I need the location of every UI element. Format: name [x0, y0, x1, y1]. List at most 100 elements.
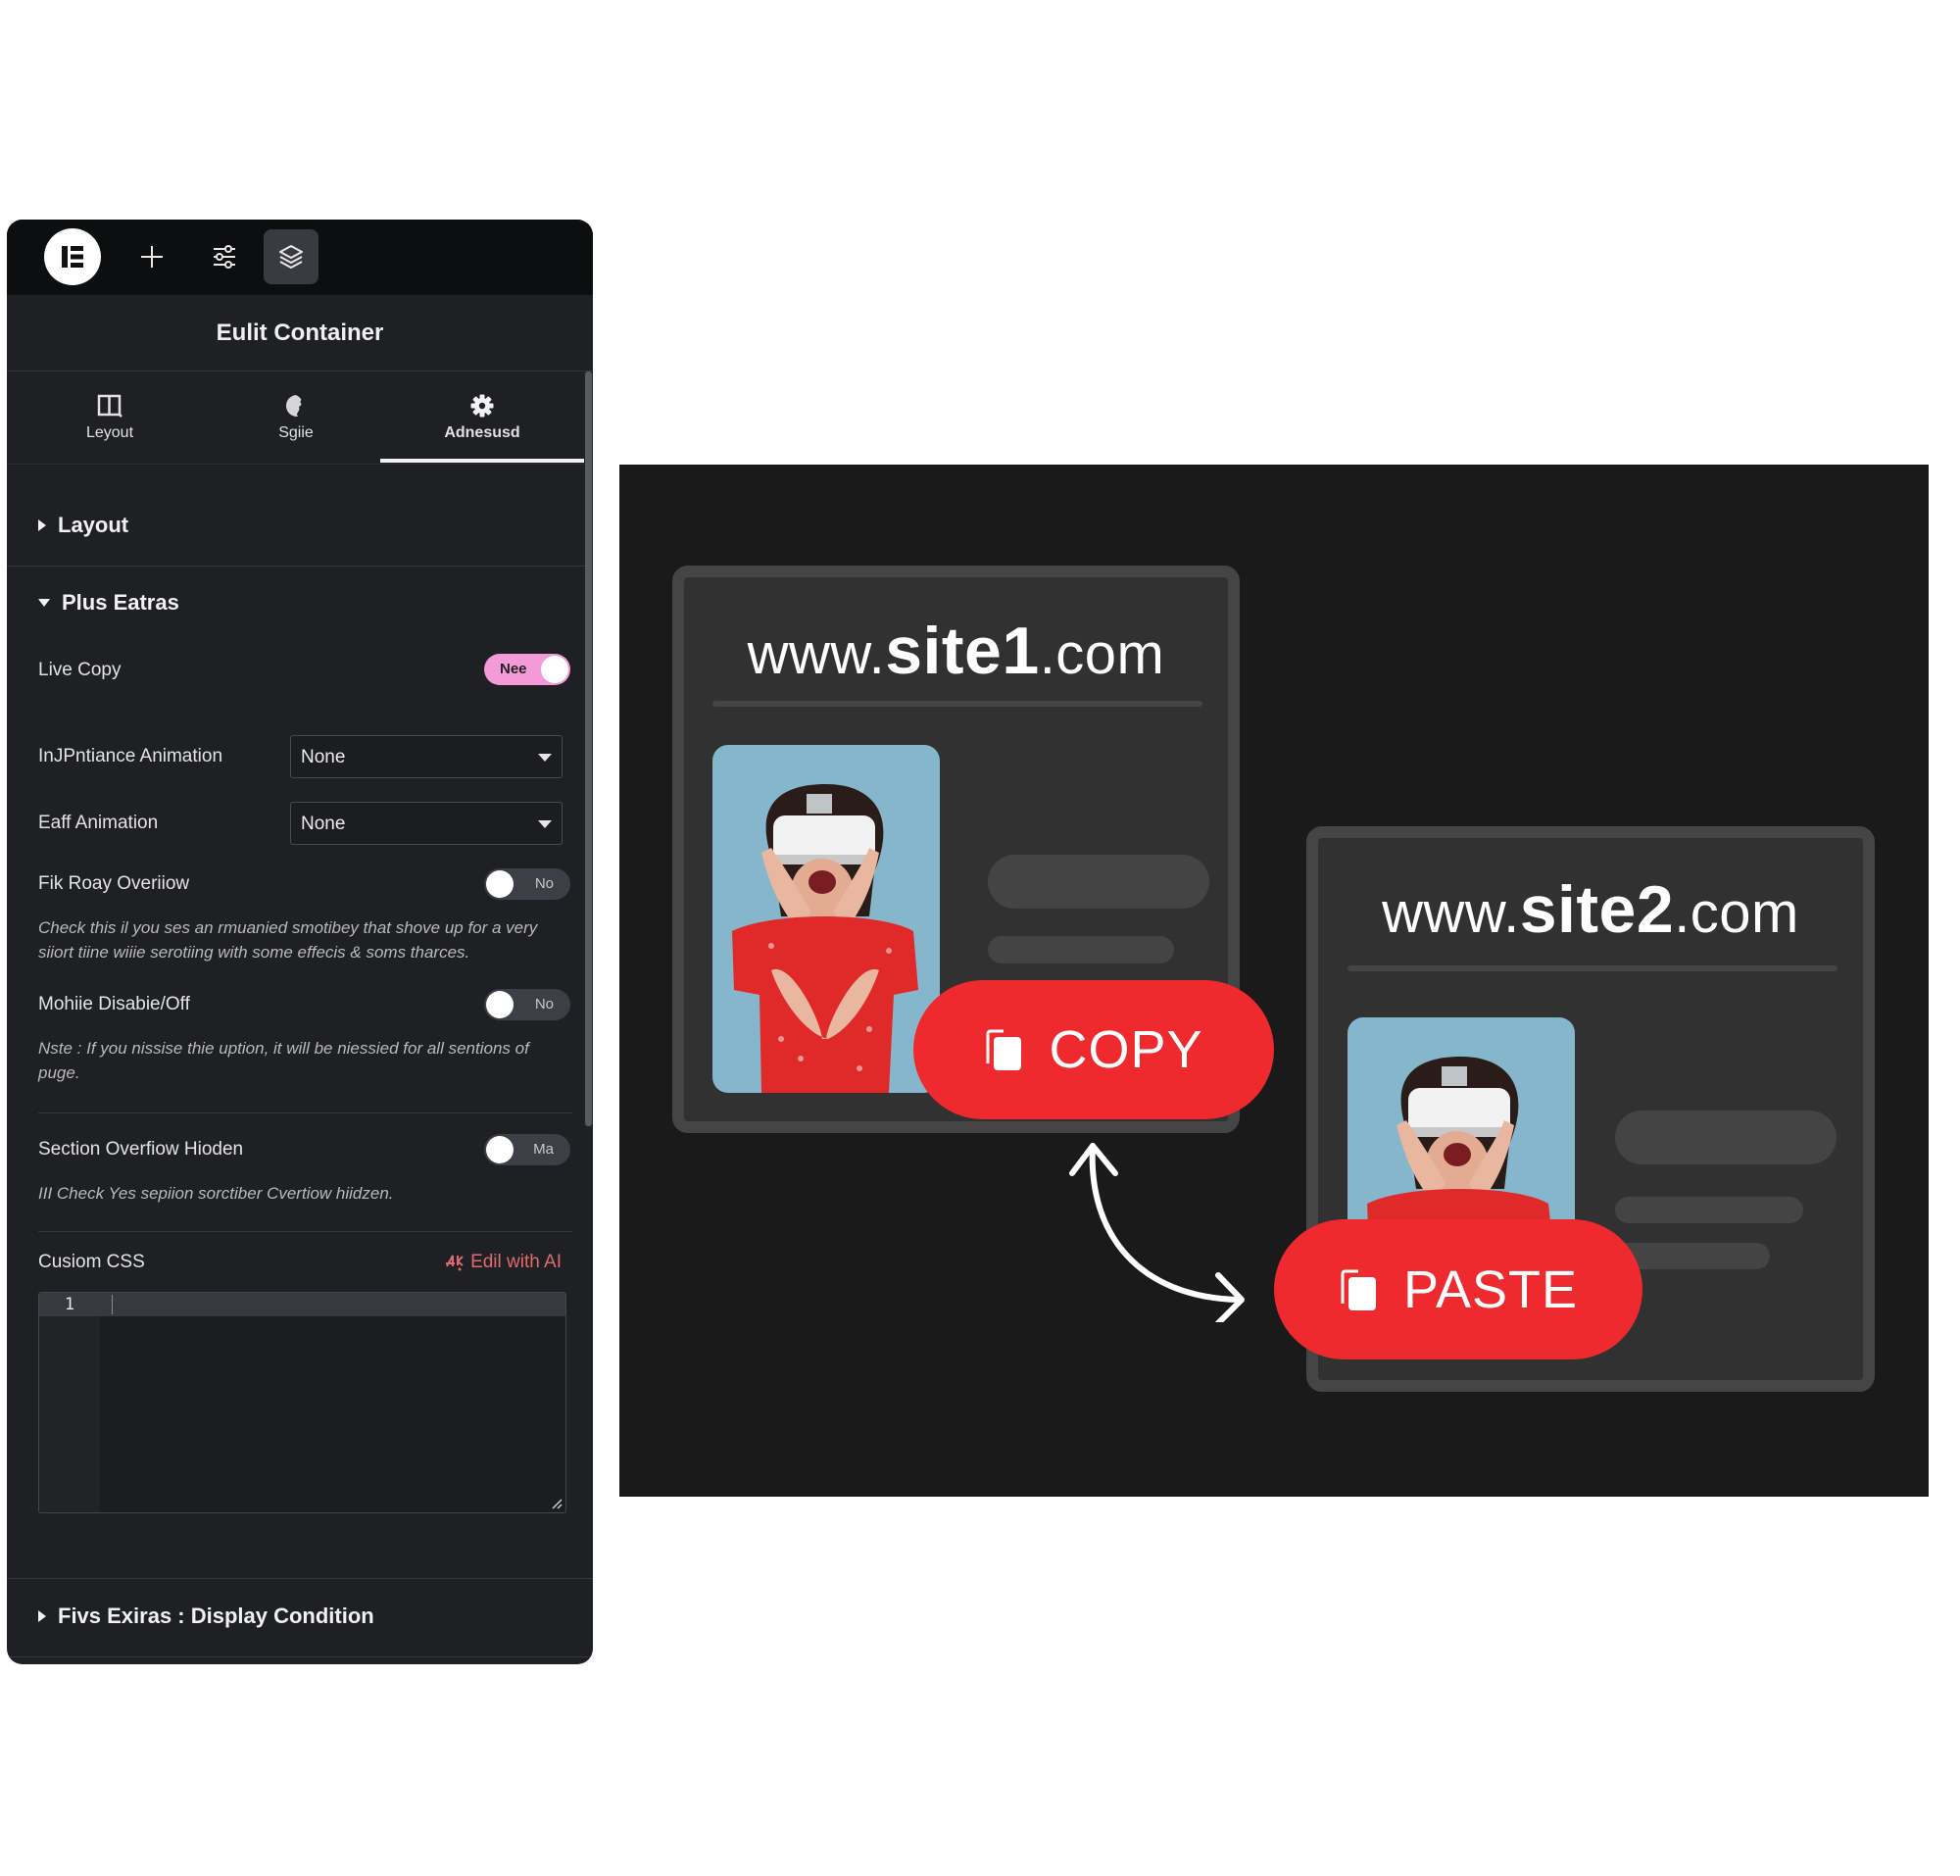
- url-underline: [1348, 965, 1838, 971]
- dropdown-caret-icon: [538, 754, 552, 762]
- section-overflow-toggle-text: Ma: [533, 1141, 554, 1158]
- copy-button-label: COPY: [1049, 1020, 1203, 1079]
- ai-sparkle-icon: [446, 1255, 464, 1271]
- divider: [7, 1578, 593, 1579]
- placeholder-block: [1615, 1111, 1837, 1164]
- toggle-knob: [486, 1136, 514, 1163]
- panel-tabs: Leyout Sgiie Adnesusd: [7, 371, 585, 465]
- tab-layout[interactable]: Leyout: [46, 371, 173, 464]
- divider: [7, 566, 585, 567]
- section-display-condition-toggle[interactable]: Fivs Exiras : Display Condition: [38, 1604, 374, 1629]
- sliders-icon: [214, 245, 235, 269]
- tab-style[interactable]: Sgiie: [232, 371, 360, 464]
- url-suffix: .com: [1039, 622, 1165, 686]
- caret-right-icon: [38, 1610, 46, 1622]
- divider: [7, 1656, 593, 1657]
- mobile-disable-toggle[interactable]: No: [484, 989, 570, 1020]
- mobile-disable-label: Mohiie Disabie/Off: [38, 994, 190, 1014]
- fix-body-overflow-label: Fik Roay Overiiow: [38, 873, 190, 894]
- editor-panel: Eulit Container Leyout Sgiie Adnesusd La…: [7, 220, 593, 1664]
- active-code-line: [39, 1293, 565, 1316]
- structure-layers-button[interactable]: [264, 229, 318, 284]
- entrance-animation-value: None: [301, 747, 346, 767]
- mobile-disable-note: Nste : If you nissise thie uption, it wi…: [38, 1039, 529, 1082]
- bidirectional-curved-arrow-icon: [1069, 1143, 1245, 1322]
- url-suffix: .com: [1674, 881, 1799, 945]
- panel-title: Eulit Container: [7, 295, 593, 371]
- copy-button[interactable]: COPY: [913, 980, 1274, 1119]
- placeholder-block: [988, 855, 1209, 909]
- gear-icon: [470, 394, 494, 418]
- copy-icon: [986, 1029, 1022, 1070]
- vr-woman-image-icon: [1367, 1057, 1553, 1248]
- site1-photo: [712, 745, 940, 1093]
- exit-animation-value: None: [301, 814, 346, 834]
- edit-with-ai-label: Edil with AI: [470, 1252, 562, 1272]
- section-layout-label: Layout: [58, 513, 129, 537]
- site2-photo: [1348, 1017, 1575, 1248]
- section-display-condition-label: Fivs Exiras : Display Condition: [58, 1604, 374, 1628]
- site1-url: www.site1.com: [684, 613, 1228, 689]
- fix-body-overflow-description: Check this il you ses an rmuanied smotib…: [38, 918, 538, 962]
- live-copy-label: Live Copy: [38, 660, 122, 680]
- toggle-knob: [486, 870, 514, 898]
- section-plus-extras-toggle[interactable]: Plus Eatras: [38, 590, 179, 616]
- tab-layout-label: Leyout: [85, 424, 134, 441]
- fix-body-overflow-toggle[interactable]: No: [484, 868, 570, 900]
- section-overflow-label: Section Overfiow Hioden: [38, 1139, 244, 1160]
- tab-advanced[interactable]: Adnesusd: [380, 371, 584, 464]
- placeholder-line: [1615, 1197, 1803, 1223]
- add-element-button[interactable]: [128, 233, 175, 280]
- live-copy-toggle-text: Nee: [500, 661, 527, 677]
- divider: [38, 1112, 572, 1113]
- paste-button-label: PASTE: [1402, 1259, 1579, 1319]
- layers-icon: [279, 245, 303, 269]
- url-prefix: www.: [747, 622, 886, 686]
- tab-advanced-label: Adnesusd: [444, 424, 520, 441]
- layout-columns-icon: [97, 394, 122, 418]
- code-gutter: [39, 1293, 100, 1512]
- plus-icon: [141, 246, 163, 268]
- paste-button[interactable]: PASTE: [1274, 1219, 1642, 1359]
- section-overflow-description: III Check Yes sepiion sorctiber Cvertiow…: [38, 1184, 394, 1203]
- top-toolbar: [7, 220, 593, 295]
- entrance-animation-select[interactable]: None: [290, 735, 563, 778]
- elementor-logo-button[interactable]: [44, 228, 101, 285]
- copy-icon: [1341, 1269, 1376, 1310]
- url-underline: [712, 701, 1202, 707]
- caret-right-icon: [38, 519, 46, 531]
- entrance-animation-label: InJPntiance Animation: [38, 746, 223, 766]
- site2-url: www.site2.com: [1318, 871, 1863, 948]
- vr-woman-image-icon: [732, 784, 918, 1093]
- style-palette-icon: [285, 395, 306, 418]
- panel-scrollbar[interactable]: [585, 371, 592, 1126]
- caret-down-icon: [38, 599, 50, 607]
- toggle-knob: [486, 991, 514, 1018]
- live-copy-toggle[interactable]: Nee: [484, 654, 570, 685]
- dropdown-caret-icon: [538, 820, 552, 828]
- fix-body-overflow-toggle-text: No: [534, 875, 554, 892]
- site-settings-button[interactable]: [201, 233, 248, 280]
- mobile-disable-toggle-text: No: [534, 996, 554, 1012]
- active-tab-indicator: [380, 459, 584, 463]
- section-plus-extras-label: Plus Eatras: [62, 590, 179, 615]
- tab-style-label: Sgiie: [278, 424, 314, 441]
- section-overflow-toggle[interactable]: Ma: [484, 1134, 570, 1165]
- line-number: 1: [64, 1295, 75, 1314]
- edit-with-ai-link[interactable]: Edil with AI: [445, 1252, 562, 1273]
- exit-animation-label: Eaff Animation: [38, 813, 159, 833]
- url-domain: site2: [1519, 872, 1675, 947]
- live-copy-illustration: www.site1.com www.site2.com COPY PASTE: [619, 465, 1929, 1497]
- resize-handle-icon[interactable]: [551, 1498, 563, 1509]
- section-layout-toggle[interactable]: Layout: [38, 513, 128, 538]
- toggle-knob: [541, 656, 568, 683]
- url-domain: site1: [885, 614, 1040, 688]
- url-prefix: www.: [1382, 881, 1520, 945]
- placeholder-line: [988, 936, 1174, 963]
- custom-css-editor[interactable]: 1: [38, 1292, 566, 1513]
- divider: [38, 1231, 572, 1232]
- text-cursor: [112, 1295, 113, 1314]
- custom-css-label: Cusiom CSS: [38, 1252, 145, 1272]
- elementor-logo-icon: [62, 246, 83, 268]
- exit-animation-select[interactable]: None: [290, 802, 563, 845]
